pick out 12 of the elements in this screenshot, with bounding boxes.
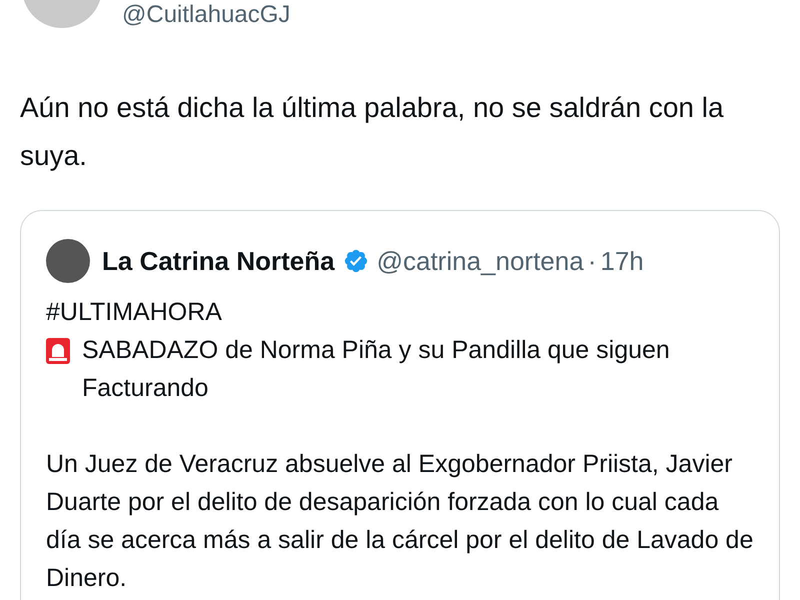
tweet-text: Aún no está dicha la última palabra, no se saldrán con la suya. (20, 91, 725, 173)
tweet-text: Un Juez de Veracruz absuelve al Exgobernador Priista, Javier Duarte por el delito de desaparición forzada con lo cual cada día se acerca más a salir de la cárcel por el delito de Lavado de Dinero. (46, 449, 754, 594)
siren-icon (46, 338, 70, 364)
avatar-photo[interactable] (46, 239, 90, 283)
quoted-tweet-card[interactable] (20, 210, 780, 600)
tweet-text: SABADAZO de Norma Piña y su Pandilla que siguen Facturando (82, 335, 671, 404)
separator-dot: · (588, 244, 596, 278)
tweet-text: #ULTIMAHORA (46, 297, 223, 328)
user-handle: @CuitlahuacGJ (122, 2, 290, 28)
timestamp: 17h (600, 244, 644, 278)
user-handle: @catrina_nortena (376, 244, 584, 278)
display-name: La Catrina Norteña (102, 244, 335, 278)
